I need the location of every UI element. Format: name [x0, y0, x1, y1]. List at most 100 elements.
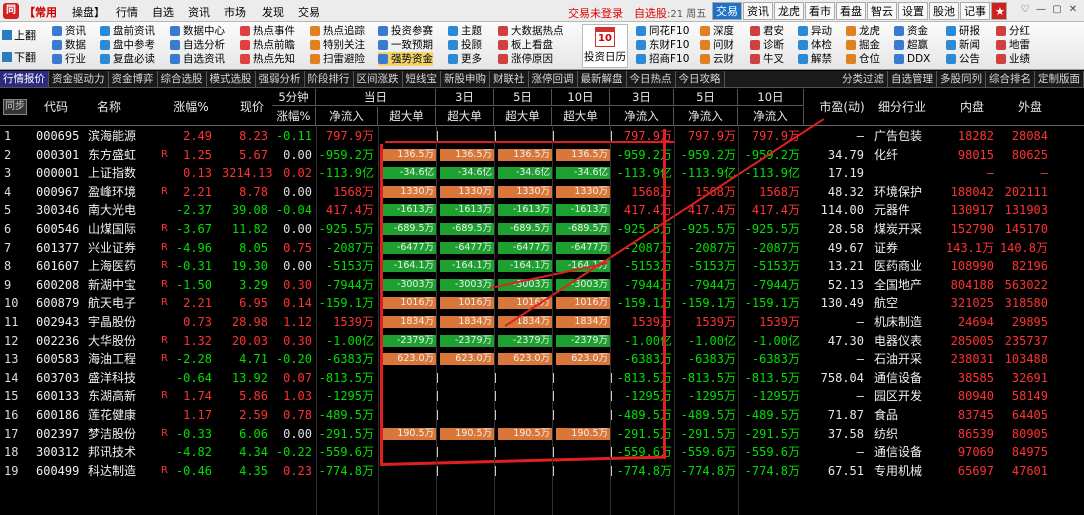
favorite-icon[interactable]: ♡ [1018, 3, 1032, 17]
tb-dragon-tiger[interactable]: 龙虎 [846, 24, 880, 38]
col-header-10d-net[interactable]: 净流入 [738, 107, 804, 125]
tb-research[interactable]: 研报 [946, 24, 980, 38]
investment-calendar-button[interactable]: 10 投资日历 [582, 24, 628, 68]
tab-strength[interactable]: 强弱分析 [256, 71, 305, 87]
tb-announce[interactable]: 公告 [946, 52, 980, 66]
table-row[interactable]: 3 000001 上证指数 0.13 3214.13 0.02 -113.9亿 -34.6亿 -… [0, 164, 1084, 183]
col-header-5d-net[interactable]: 净流入 [674, 107, 738, 125]
qtab-cloud[interactable]: 智云 [867, 2, 897, 20]
tab-custom-layout[interactable]: 定制版面 [1035, 71, 1084, 87]
tb-unlock[interactable]: 解禁 [798, 52, 832, 66]
col-header-change[interactable]: 涨幅% [168, 89, 214, 125]
table-row[interactable]: 16 600186 莲花健康 1.17 2.59 0.78 -489.5万 -489.5万 -4… [0, 406, 1084, 425]
table-row[interactable]: 13 600583 海油工程 R -2.28 4.71 -0.20 -6383万 623.0万 6… [0, 350, 1084, 369]
table-row[interactable]: 12 002236 大华股份 R 1.32 20.03 0.30 -1.00亿 -2379万 -2… [0, 332, 1084, 351]
tab-period-rank[interactable]: 阶段排行 [305, 71, 354, 87]
menu-quotes[interactable]: 行情 [116, 4, 138, 20]
col-header-5min-bottom[interactable]: 涨幅% [272, 107, 316, 125]
tab-composite-rank[interactable]: 综合排名 [986, 71, 1035, 87]
tb-special-focus[interactable]: 特别关注 [310, 38, 365, 52]
tb-minesweep[interactable]: 扫雷避险 [310, 52, 365, 66]
tab-self-manage[interactable]: 自选管理 [888, 71, 937, 87]
menu-common[interactable]: 【常用 [24, 4, 57, 20]
tb-self-news[interactable]: 自选资讯 [170, 52, 225, 66]
tb-diagnose[interactable]: 诊断 [750, 38, 784, 52]
qtab-trade[interactable]: 交易 [712, 2, 742, 20]
col-header-outer[interactable]: 外盘 [1010, 89, 1050, 125]
tb-depth[interactable]: 深度 [700, 24, 734, 38]
tb-data[interactable]: 数据 [52, 38, 86, 52]
col-header-3d-top[interactable]: 3日 [436, 89, 494, 106]
col-header-10d-super[interactable]: 超大单 [552, 107, 610, 125]
tab-today-hot[interactable]: 今日热点 [627, 71, 676, 87]
qtab-pool[interactable]: 股池 [929, 2, 959, 20]
tb-board-watch[interactable]: 板上看盘 [498, 38, 564, 52]
tb-theme[interactable]: 主题 [448, 24, 482, 38]
tab-multi-stock[interactable]: 多股同列 [937, 71, 986, 87]
tb-checkup[interactable]: 体检 [798, 38, 832, 52]
page-down-button[interactable]: 下翻 [2, 48, 40, 68]
tb-more[interactable]: 更多 [448, 52, 482, 66]
tb-industry[interactable]: 行业 [52, 52, 86, 66]
tb-ddx[interactable]: DDX [894, 52, 930, 66]
table-row[interactable]: 14 603703 盛洋科技 -0.64 13.92 0.07 -813.5万 -813.5万… [0, 369, 1084, 388]
tb-premarket[interactable]: 盘前资讯 [100, 24, 155, 38]
tb-cms-f10[interactable]: 招商F10 [636, 52, 689, 66]
col-header-today-net[interactable]: 净流入 [316, 107, 378, 125]
tab-cls[interactable]: 财联社 [490, 71, 529, 87]
table-row[interactable]: 19 600499 科达制造 R -0.46 4.35 0.23 -774.8万 -774.8万… [0, 462, 1084, 481]
tab-pattern-pick[interactable]: 模式选股 [207, 71, 256, 87]
page-up-button[interactable]: 上翻 [2, 26, 40, 46]
menu-news[interactable]: 资讯 [188, 4, 210, 20]
tb-hot-events[interactable]: 热点事件 [240, 24, 295, 38]
col-header-5d-net-top[interactable]: 5日 [674, 89, 738, 106]
tb-data-center[interactable]: 数据中心 [170, 24, 225, 38]
col-header-5d-top[interactable]: 5日 [494, 89, 552, 106]
menu-watchlist[interactable]: 自选 [152, 4, 174, 20]
table-row[interactable]: 15 600133 东湖高新 R 1.74 5.86 1.03 -1295万 -1295万 -12… [0, 387, 1084, 406]
col-header-code[interactable]: 代码 [36, 89, 76, 125]
col-header-10d-top[interactable]: 10日 [552, 89, 610, 106]
sync-button[interactable]: 同步 [3, 99, 27, 115]
tb-intraday[interactable]: 盘中参考 [100, 38, 155, 52]
tb-hot-prophet[interactable]: 热点先知 [240, 52, 295, 66]
col-header-inner[interactable]: 内盘 [952, 89, 992, 125]
tb-junan[interactable]: 君安 [750, 24, 784, 38]
table-row[interactable]: 8 601607 上海医药 R -0.31 19.30 0.00 -5153万 -164.1万 -… [0, 257, 1084, 276]
tb-gold-dig[interactable]: 掘金 [846, 38, 880, 52]
col-header-3d-super[interactable]: 超大单 [436, 107, 494, 125]
col-header-today[interactable]: 当日 [316, 89, 436, 106]
star-icon[interactable]: ★ [991, 2, 1007, 20]
qtab-market[interactable]: 看市 [805, 2, 835, 20]
tab-limit-pullback[interactable]: 涨停回调 [529, 71, 578, 87]
table-row[interactable]: 11 002943 宇晶股份 0.73 28.98 1.12 1539万 1834万 1834万… [0, 313, 1084, 332]
menu-trading-desk[interactable]: 操盘】 [72, 4, 105, 20]
tb-dividend[interactable]: 分红 [996, 24, 1030, 38]
tb-strong-funds[interactable]: 强势资金 [378, 52, 433, 66]
col-header-5min-top[interactable]: 5分钟 [272, 89, 316, 106]
tb-niucha[interactable]: 牛叉 [750, 52, 784, 66]
qtab-settings[interactable]: 设置 [898, 2, 928, 20]
table-row[interactable]: 2 000301 东方盛虹 R 1.25 5.67 0.00 -959.2万 136.5万 136… [0, 146, 1084, 165]
table-row[interactable]: 9 600208 新湖中宝 R -1.50 3.29 0.30 -7944万 -3003万 -30… [0, 276, 1084, 295]
col-header-price[interactable]: 现价 [232, 89, 272, 125]
tb-self-analysis[interactable]: 自选分析 [170, 38, 225, 52]
qtab-notes[interactable]: 记事 [960, 2, 990, 20]
tab-fund-game[interactable]: 资金博弈 [109, 71, 158, 87]
tb-invest-contest[interactable]: 投资参赛 [378, 24, 433, 38]
tb-hot-preview[interactable]: 热点前瞻 [240, 38, 295, 52]
close-icon[interactable]: ✕ [1066, 3, 1080, 17]
tb-earnings[interactable]: 业绩 [996, 52, 1030, 66]
tb-advisor[interactable]: 投顾 [448, 38, 482, 52]
menu-market[interactable]: 市场 [224, 4, 246, 20]
col-header-name[interactable]: 名称 [84, 89, 134, 125]
tb-unusual[interactable]: 异动 [798, 24, 832, 38]
tb-landmine[interactable]: 地雷 [996, 38, 1030, 52]
tb-review[interactable]: 复盘必读 [100, 52, 155, 66]
col-header-10d-net-top[interactable]: 10日 [738, 89, 804, 106]
login-status[interactable]: 交易未登录 [568, 5, 623, 21]
tb-newsfeed[interactable]: 新闻 [946, 38, 980, 52]
qtab-news[interactable]: 资讯 [743, 2, 773, 20]
minimize-icon[interactable]: — [1034, 3, 1048, 17]
tab-fund-drive[interactable]: 资金驱动力 [49, 71, 109, 87]
